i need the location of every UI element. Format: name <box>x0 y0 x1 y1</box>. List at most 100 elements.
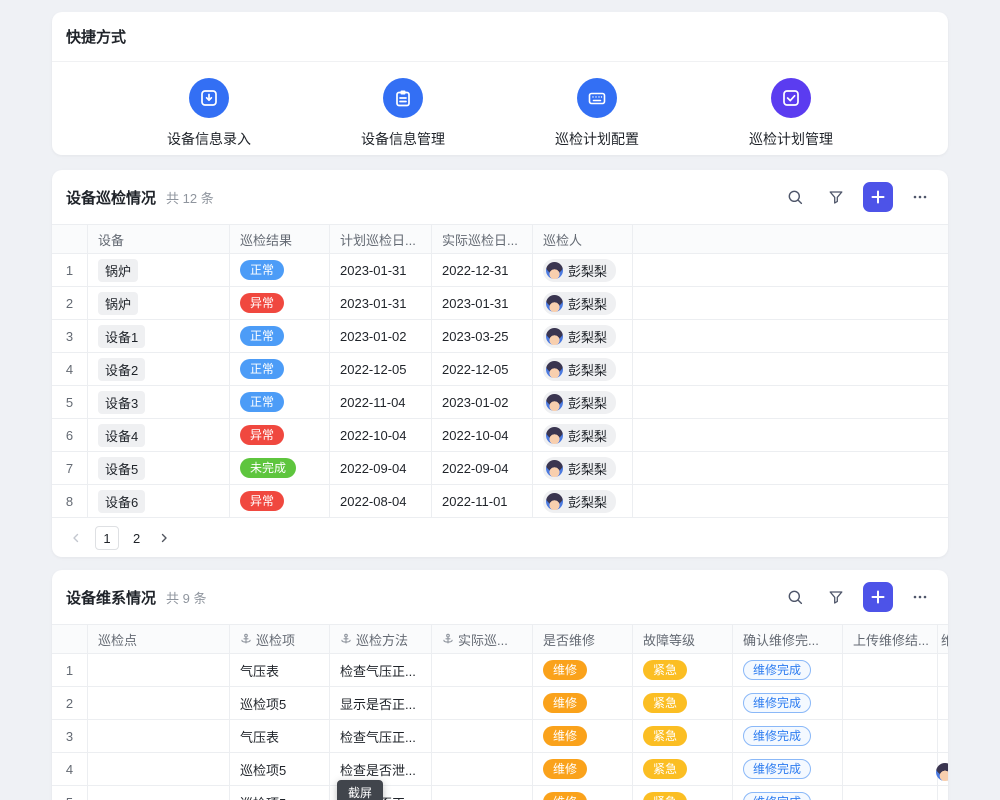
actual-date-cell[interactable]: 2022-11-01 <box>432 485 533 518</box>
shortcut-plan-manage[interactable]: 巡检计划管理 <box>716 78 866 149</box>
page-1-button[interactable]: 1 <box>95 526 119 550</box>
table-row[interactable]: 2 巡检项5 显示是否正... 维修 紧急 维修完成 <box>52 687 948 720</box>
actual-date-cell[interactable]: 2022-12-05 <box>432 353 533 386</box>
table-row[interactable]: 6 设备4 异常 2022-10-04 2022-10-04 彭梨梨 <box>52 419 948 452</box>
result-cell[interactable]: 异常 <box>230 419 330 452</box>
planned-date-cell[interactable]: 2022-11-04 <box>330 386 432 419</box>
item-cell[interactable]: 巡检项5 <box>230 786 330 800</box>
result-cell[interactable]: 异常 <box>230 485 330 518</box>
repair-cell[interactable]: 维修 <box>533 786 633 800</box>
col-repair[interactable]: 是否维修 <box>533 625 633 654</box>
item-cell[interactable]: 巡检项5 <box>230 753 330 786</box>
point-cell[interactable] <box>88 720 230 753</box>
table-row[interactable]: 5 巡检项5 显示是否正... 维修 紧急 维修完成 <box>52 786 948 800</box>
actual-date-cell[interactable]: 2023-03-25 <box>432 320 533 353</box>
method-cell[interactable]: 显示是否正... <box>330 687 432 720</box>
table-row[interactable]: 4 巡检项5 检查是否泄... 维修 紧急 维修完成 <box>52 753 948 786</box>
inspector-cell[interactable]: 彭梨梨 <box>533 485 633 518</box>
repair-cell[interactable]: 维修 <box>533 720 633 753</box>
inspector-cell[interactable]: 彭梨梨 <box>533 419 633 452</box>
next-page-button[interactable] <box>154 526 174 550</box>
table-row[interactable]: 5 设备3 正常 2022-11-04 2023-01-02 彭梨梨 <box>52 386 948 419</box>
actual-date-cell[interactable]: 2023-01-02 <box>432 386 533 419</box>
page-2-button[interactable]: 2 <box>128 531 145 546</box>
add-record-button[interactable] <box>863 582 893 612</box>
search-icon[interactable] <box>781 583 809 611</box>
col-result[interactable]: 巡检结果 <box>230 225 330 254</box>
device-cell[interactable]: 设备2 <box>88 353 230 386</box>
actual-cell[interactable] <box>432 720 533 753</box>
table-row[interactable]: 7 设备5 未完成 2022-09-04 2022-09-04 彭梨梨 <box>52 452 948 485</box>
table-row[interactable]: 8 设备6 异常 2022-08-04 2022-11-01 彭梨梨 <box>52 485 948 518</box>
table-row[interactable]: 1 锅炉 正常 2023-01-31 2022-12-31 彭梨梨 <box>52 254 948 287</box>
point-cell[interactable] <box>88 687 230 720</box>
prev-page-button[interactable] <box>66 526 86 550</box>
actual-cell[interactable] <box>432 753 533 786</box>
device-cell[interactable]: 设备4 <box>88 419 230 452</box>
col-extra[interactable]: 维... <box>938 625 948 654</box>
extra-cell[interactable] <box>938 654 948 687</box>
upload-cell[interactable] <box>843 687 938 720</box>
repair-cell[interactable]: 维修 <box>533 654 633 687</box>
screenshot-tooltip[interactable]: 截屏 <box>337 780 383 800</box>
planned-date-cell[interactable]: 2023-01-31 <box>330 287 432 320</box>
upload-cell[interactable] <box>843 720 938 753</box>
filter-icon[interactable] <box>822 183 850 211</box>
planned-date-cell[interactable]: 2022-12-05 <box>330 353 432 386</box>
actual-cell[interactable] <box>432 654 533 687</box>
more-icon[interactable] <box>906 583 934 611</box>
shortcut-device-entry[interactable]: 设备信息录入 <box>134 78 284 149</box>
planned-date-cell[interactable]: 2023-01-31 <box>330 254 432 287</box>
search-icon[interactable] <box>781 183 809 211</box>
level-cell[interactable]: 紧急 <box>633 687 733 720</box>
device-cell[interactable]: 设备3 <box>88 386 230 419</box>
planned-date-cell[interactable]: 2022-09-04 <box>330 452 432 485</box>
col-confirm[interactable]: 确认维修完... <box>733 625 843 654</box>
col-planned-date[interactable]: 计划巡检日... <box>330 225 432 254</box>
avatar[interactable] <box>936 763 948 781</box>
confirm-cell[interactable]: 维修完成 <box>733 687 843 720</box>
method-cell[interactable]: 检查气压正... <box>330 654 432 687</box>
inspector-cell[interactable]: 彭梨梨 <box>533 287 633 320</box>
level-cell[interactable]: 紧急 <box>633 720 733 753</box>
inspector-cell[interactable]: 彭梨梨 <box>533 386 633 419</box>
point-cell[interactable] <box>88 753 230 786</box>
planned-date-cell[interactable]: 2022-10-04 <box>330 419 432 452</box>
table-row[interactable]: 4 设备2 正常 2022-12-05 2022-12-05 彭梨梨 <box>52 353 948 386</box>
planned-date-cell[interactable]: 2022-08-04 <box>330 485 432 518</box>
confirm-cell[interactable]: 维修完成 <box>733 654 843 687</box>
result-cell[interactable]: 正常 <box>230 254 330 287</box>
inspector-cell[interactable]: 彭梨梨 <box>533 353 633 386</box>
inspector-cell[interactable]: 彭梨梨 <box>533 254 633 287</box>
level-cell[interactable]: 紧急 <box>633 786 733 800</box>
actual-date-cell[interactable]: 2022-12-31 <box>432 254 533 287</box>
table-row[interactable]: 3 设备1 正常 2023-01-02 2023-03-25 彭梨梨 <box>52 320 948 353</box>
point-cell[interactable] <box>88 654 230 687</box>
point-cell[interactable] <box>88 786 230 800</box>
repair-cell[interactable]: 维修 <box>533 687 633 720</box>
item-cell[interactable]: 气压表 <box>230 720 330 753</box>
result-cell[interactable]: 正常 <box>230 353 330 386</box>
add-record-button[interactable] <box>863 182 893 212</box>
extra-cell[interactable] <box>938 786 948 800</box>
extra-cell[interactable] <box>938 687 948 720</box>
device-cell[interactable]: 设备1 <box>88 320 230 353</box>
actual-date-cell[interactable]: 2023-01-31 <box>432 287 533 320</box>
table-row[interactable]: 2 锅炉 异常 2023-01-31 2023-01-31 彭梨梨 <box>52 287 948 320</box>
table-row[interactable]: 3 气压表 检查气压正... 维修 紧急 维修完成 <box>52 720 948 753</box>
actual-cell[interactable] <box>432 786 533 800</box>
item-cell[interactable]: 气压表 <box>230 654 330 687</box>
col-actual[interactable]: 实际巡... <box>432 625 533 654</box>
col-level[interactable]: 故障等级 <box>633 625 733 654</box>
upload-cell[interactable] <box>843 753 938 786</box>
item-cell[interactable]: 巡检项5 <box>230 687 330 720</box>
table-row[interactable]: 1 气压表 检查气压正... 维修 紧急 维修完成 <box>52 654 948 687</box>
col-point[interactable]: 巡检点 <box>88 625 230 654</box>
shortcut-device-manage[interactable]: 设备信息管理 <box>328 78 478 149</box>
result-cell[interactable]: 异常 <box>230 287 330 320</box>
confirm-cell[interactable]: 维修完成 <box>733 753 843 786</box>
extra-cell[interactable] <box>938 720 948 753</box>
col-device[interactable]: 设备 <box>88 225 230 254</box>
result-cell[interactable]: 正常 <box>230 320 330 353</box>
result-cell[interactable]: 正常 <box>230 386 330 419</box>
